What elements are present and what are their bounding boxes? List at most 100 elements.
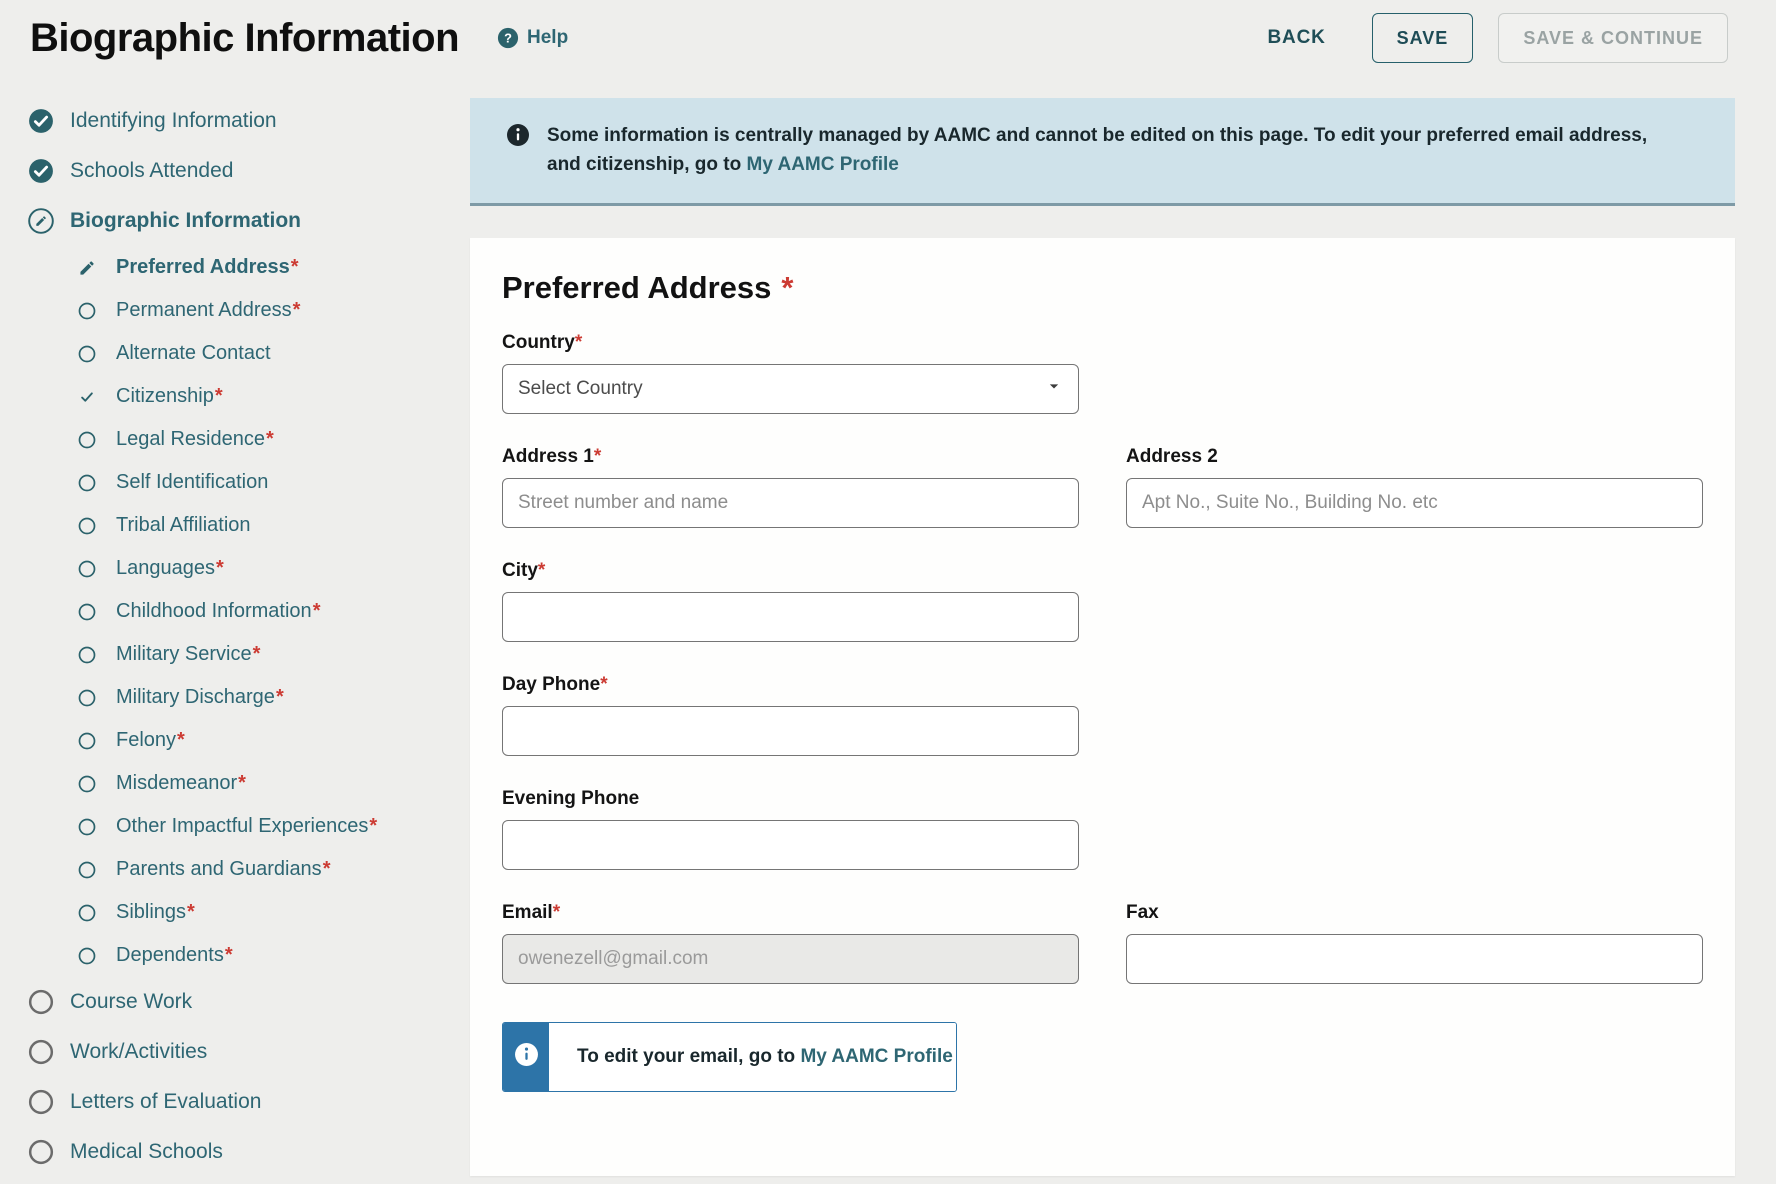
evening-phone-input[interactable] xyxy=(502,820,1079,870)
my-aamc-profile-link[interactable]: My AAMC Profile xyxy=(747,154,899,175)
svg-text:?: ? xyxy=(504,31,512,46)
main-content: Some information is centrally managed by… xyxy=(470,66,1735,1176)
note-text: To edit your email, go to My AAMC Profil… xyxy=(549,1023,956,1091)
sidebar-item-identifying-information[interactable]: Identifying Information xyxy=(28,96,470,146)
circle-dark-icon xyxy=(28,989,54,1015)
sidebar-item-label: Other Impactful Experiences* xyxy=(116,815,377,838)
address1-input[interactable] xyxy=(502,478,1079,528)
day-phone-label: Day Phone* xyxy=(502,674,1079,696)
sidebar-item-languages[interactable]: Languages* xyxy=(28,547,470,590)
required-mark: * xyxy=(177,729,185,751)
sidebar-item-label: Parents and Guardians* xyxy=(116,858,330,881)
sidebar-item-label: Letters of Evaluation xyxy=(70,1090,261,1114)
address2-input[interactable] xyxy=(1126,478,1703,528)
sidebar-item-label: Preferred Address* xyxy=(116,256,299,279)
evening-phone-label: Evening Phone xyxy=(502,788,1079,810)
check-circle-icon xyxy=(28,108,54,134)
sidebar-item-biographic-information[interactable]: Biographic Information xyxy=(28,196,470,246)
sidebar-item-military-discharge[interactable]: Military Discharge* xyxy=(28,676,470,719)
sidebar-item-work-activities[interactable]: Work/Activities xyxy=(28,1027,470,1077)
sidebar-item-siblings[interactable]: Siblings* xyxy=(28,891,470,934)
sidebar-item-medical-schools[interactable]: Medical Schools xyxy=(28,1127,470,1177)
city-field: City* xyxy=(502,560,1079,642)
sidebar-item-citizenship[interactable]: Citizenship* xyxy=(28,375,470,418)
country-select[interactable]: Select Country xyxy=(502,364,1079,414)
sidebar-item-label: Schools Attended xyxy=(70,159,233,183)
help-button[interactable]: ? Help xyxy=(497,27,568,49)
country-select-value: Select Country xyxy=(518,378,643,400)
sidebar-item-schools-attended[interactable]: Schools Attended xyxy=(28,146,470,196)
sidebar-item-label: Identifying Information xyxy=(70,109,277,133)
country-required-mark: * xyxy=(575,332,582,353)
back-button[interactable]: BACK xyxy=(1268,27,1326,49)
pencil-circle-icon xyxy=(28,208,54,234)
save-and-continue-button: SAVE & CONTINUE xyxy=(1498,13,1728,63)
circle-icon xyxy=(74,818,100,836)
circle-icon xyxy=(74,474,100,492)
city-input[interactable] xyxy=(502,592,1079,642)
day-phone-field: Day Phone* xyxy=(502,674,1079,756)
sidebar-item-misdemeanor[interactable]: Misdemeanor* xyxy=(28,762,470,805)
check-circle-icon xyxy=(28,158,54,184)
sidebar-item-alternate-contact[interactable]: Alternate Contact xyxy=(28,332,470,375)
email-edit-note: To edit your email, go to My AAMC Profil… xyxy=(502,1022,957,1092)
email-label: Email* xyxy=(502,902,1079,924)
sidebar-item-label: Misdemeanor* xyxy=(116,772,246,795)
save-button[interactable]: SAVE xyxy=(1372,13,1474,63)
address2-label-text: Address 2 xyxy=(1126,446,1218,467)
day-phone-input[interactable] xyxy=(502,706,1079,756)
required-mark: * xyxy=(216,557,224,579)
country-label: Country* xyxy=(502,332,1079,354)
address2-field: Address 2 xyxy=(1126,446,1703,528)
biographic-information-page: Biographic Information ? Help BACK SAVE … xyxy=(0,0,1776,1184)
address1-label: Address 1* xyxy=(502,446,1079,468)
fax-label-text: Fax xyxy=(1126,902,1159,923)
sidebar-item-label: Medical Schools xyxy=(70,1140,223,1164)
fax-input[interactable] xyxy=(1126,934,1703,984)
sidebar-item-label: Alternate Contact xyxy=(116,342,271,365)
required-mark: * xyxy=(215,385,223,407)
sidebar-item-course-work[interactable]: Course Work xyxy=(28,977,470,1027)
required-mark: * xyxy=(369,815,377,837)
sidebar-item-label: Felony* xyxy=(116,729,185,752)
circle-icon xyxy=(74,431,100,449)
circle-icon xyxy=(74,560,100,578)
sidebar-item-label: Dependents* xyxy=(116,944,233,967)
email-label-text: Email xyxy=(502,902,553,923)
address1-field: Address 1* xyxy=(502,446,1079,528)
circle-icon xyxy=(74,646,100,664)
required-mark: * xyxy=(291,256,299,278)
sidebar-item-preferred-address[interactable]: Preferred Address* xyxy=(28,246,470,289)
sidebar-item-childhood-information[interactable]: Childhood Information* xyxy=(28,590,470,633)
chevron-down-icon xyxy=(1044,376,1064,402)
sidebar-item-label: Citizenship* xyxy=(116,385,223,408)
sidebar-item-tribal-affiliation[interactable]: Tribal Affiliation xyxy=(28,504,470,547)
circle-dark-icon xyxy=(28,1139,54,1165)
info-banner-text: Some information is centrally managed by… xyxy=(547,121,1667,180)
required-mark: * xyxy=(187,901,195,923)
sidebar-item-parents-and-guardians[interactable]: Parents and Guardians* xyxy=(28,848,470,891)
sidebar-item-letters-of-evaluation[interactable]: Letters of Evaluation xyxy=(28,1077,470,1127)
sidebar-item-military-service[interactable]: Military Service* xyxy=(28,633,470,676)
country-label-text: Country xyxy=(502,332,575,353)
required-mark: * xyxy=(313,600,321,622)
sidebar-item-felony[interactable]: Felony* xyxy=(28,719,470,762)
form-heading-required-mark: * xyxy=(781,270,793,305)
info-icon xyxy=(514,1042,539,1072)
email-field: Email* xyxy=(502,902,1079,984)
circle-icon xyxy=(74,904,100,922)
circle-icon xyxy=(74,732,100,750)
day-phone-required-mark: * xyxy=(600,674,607,695)
required-mark: * xyxy=(225,944,233,966)
sidebar-item-dependents[interactable]: Dependents* xyxy=(28,934,470,977)
sidebar-item-self-identification[interactable]: Self Identification xyxy=(28,461,470,504)
sidebar-item-permanent-address[interactable]: Permanent Address* xyxy=(28,289,470,332)
sidebar-item-other-impactful-experiences[interactable]: Other Impactful Experiences* xyxy=(28,805,470,848)
required-mark: * xyxy=(293,299,301,321)
sidebar-item-label: Course Work xyxy=(70,990,192,1014)
sidebar-item-legal-residence[interactable]: Legal Residence* xyxy=(28,418,470,461)
sidebar-item-label: Languages* xyxy=(116,557,224,580)
my-aamc-profile-link[interactable]: My AAMC Profile xyxy=(800,1046,952,1068)
sidebar-item-label: Permanent Address* xyxy=(116,299,300,322)
city-required-mark: * xyxy=(538,560,545,581)
